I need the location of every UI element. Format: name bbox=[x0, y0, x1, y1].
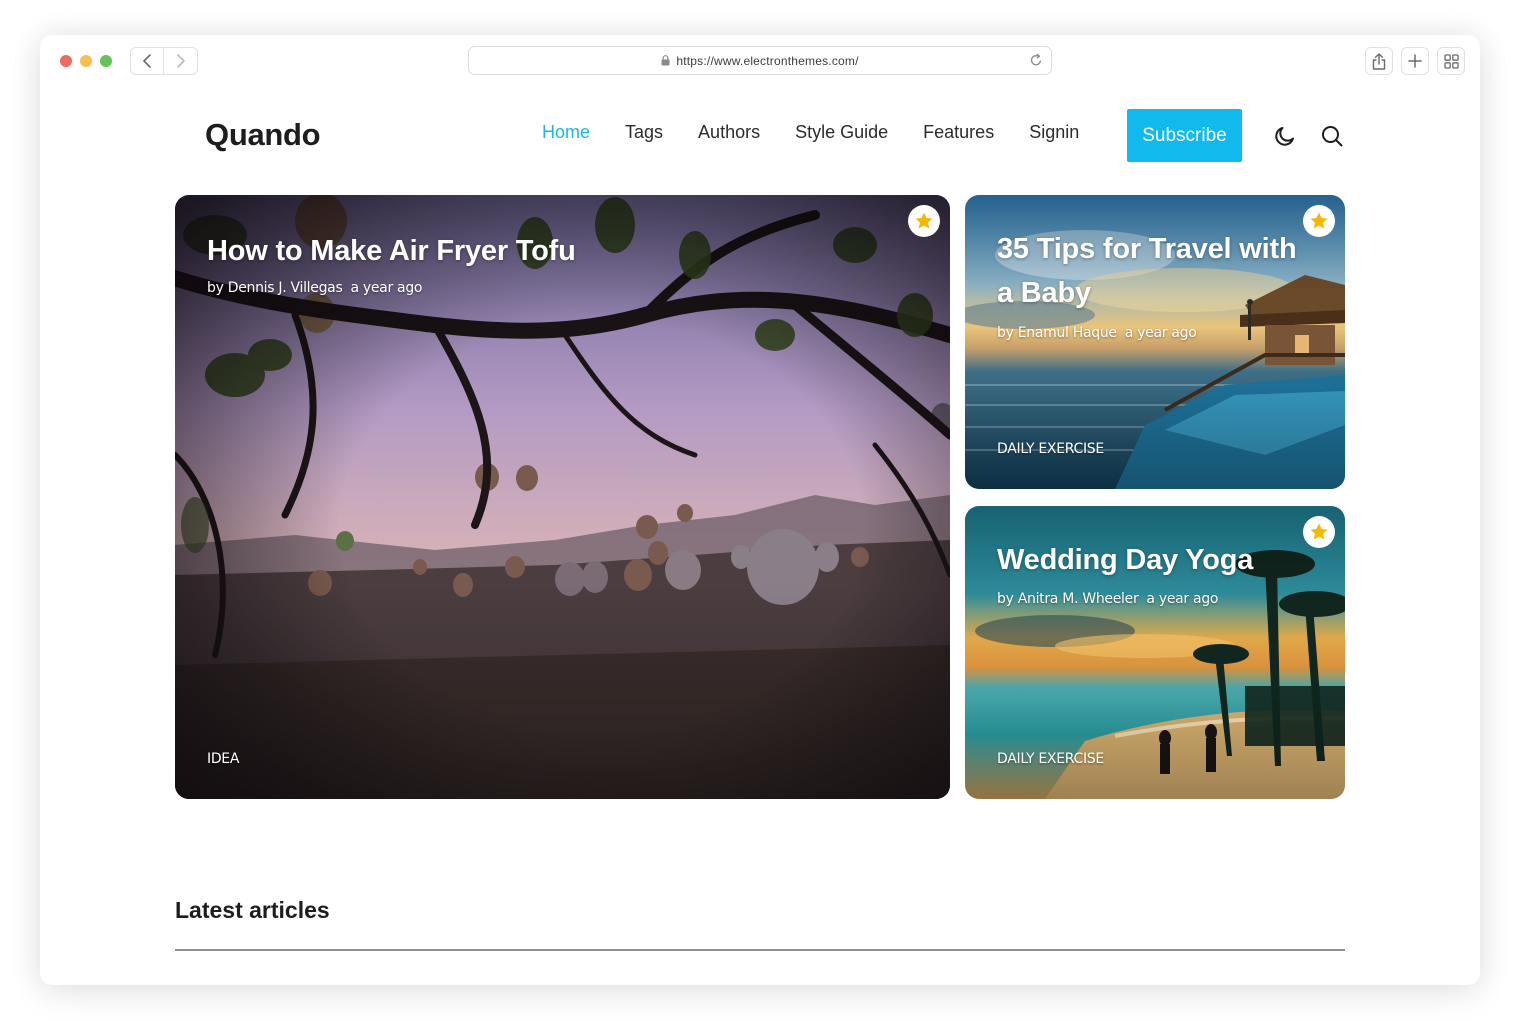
post-title[interactable]: 35 Tips for Travel with a Baby bbox=[997, 227, 1317, 315]
moon-icon bbox=[1275, 127, 1294, 146]
post-tag[interactable]: IDEA bbox=[207, 751, 239, 767]
post-tag[interactable]: DAILY EXERCISE bbox=[997, 751, 1104, 767]
browser-window: https://www.electronthemes.com/ Quando H… bbox=[40, 35, 1480, 985]
maximize-window-button[interactable] bbox=[100, 55, 112, 67]
featured-badge bbox=[908, 205, 940, 237]
featured-post-card[interactable]: 35 Tips for Travel with a Baby by Enamul… bbox=[965, 195, 1345, 489]
post-meta: by Dennis J. Villegas a year ago bbox=[207, 280, 422, 296]
close-window-button[interactable] bbox=[60, 55, 72, 67]
new-tab-icon bbox=[1408, 54, 1422, 68]
window-controls bbox=[60, 55, 112, 67]
share-button[interactable] bbox=[1365, 47, 1393, 75]
history-nav bbox=[130, 47, 198, 75]
url-text: https://www.electronthemes.com/ bbox=[676, 53, 859, 68]
section-divider bbox=[175, 949, 1345, 951]
featured-post-card[interactable]: How to Make Air Fryer Tofu by Dennis J. … bbox=[175, 195, 950, 799]
post-meta: by Anitra M. Wheeler a year ago bbox=[997, 591, 1218, 607]
tab-overview-icon bbox=[1443, 53, 1459, 69]
star-icon bbox=[915, 212, 933, 229]
browser-actions bbox=[1365, 47, 1465, 75]
post-tag[interactable]: DAILY EXERCISE bbox=[997, 441, 1104, 457]
post-date: a year ago bbox=[1146, 591, 1219, 607]
star-icon bbox=[1310, 212, 1328, 229]
featured-post-card[interactable]: Wedding Day Yoga by Anitra M. Wheeler a y… bbox=[965, 506, 1345, 799]
nav-style-guide[interactable]: Style Guide bbox=[795, 122, 888, 143]
featured-badge bbox=[1303, 516, 1335, 548]
browser-toolbar: https://www.electronthemes.com/ bbox=[40, 35, 1480, 87]
share-icon bbox=[1372, 52, 1386, 70]
subscribe-button[interactable]: Subscribe bbox=[1127, 109, 1242, 162]
search-icon bbox=[1322, 126, 1343, 147]
forward-icon bbox=[176, 54, 185, 68]
back-icon bbox=[143, 54, 151, 68]
forward-button[interactable] bbox=[164, 47, 198, 75]
post-author[interactable]: by Enamul Haque bbox=[997, 325, 1117, 341]
post-title[interactable]: How to Make Air Fryer Tofu bbox=[207, 229, 576, 273]
post-author[interactable]: by Dennis J. Villegas bbox=[207, 280, 343, 296]
new-tab-button[interactable] bbox=[1401, 47, 1429, 75]
post-title[interactable]: Wedding Day Yoga bbox=[997, 538, 1253, 582]
main-nav: Home Tags Authors Style Guide Features S… bbox=[542, 122, 1114, 143]
nav-signin[interactable]: Signin bbox=[1029, 122, 1079, 143]
post-date: a year ago bbox=[350, 280, 423, 296]
dark-mode-toggle[interactable] bbox=[1273, 124, 1297, 153]
nav-authors[interactable]: Authors bbox=[698, 122, 760, 143]
search-button[interactable] bbox=[1320, 124, 1344, 153]
address-bar[interactable]: https://www.electronthemes.com/ bbox=[468, 46, 1052, 75]
post-date: a year ago bbox=[1124, 325, 1197, 341]
minimize-window-button[interactable] bbox=[80, 55, 92, 67]
section-heading: Latest articles bbox=[175, 897, 330, 923]
nav-home[interactable]: Home bbox=[542, 122, 590, 143]
back-button[interactable] bbox=[130, 47, 164, 75]
post-meta: by Enamul Haque a year ago bbox=[997, 325, 1197, 341]
featured-badge bbox=[1303, 205, 1335, 237]
star-icon bbox=[1310, 523, 1328, 540]
site-logo[interactable]: Quando bbox=[205, 117, 321, 153]
nav-tags[interactable]: Tags bbox=[625, 122, 663, 143]
reload-icon[interactable] bbox=[1030, 53, 1043, 70]
tab-overview-button[interactable] bbox=[1437, 47, 1465, 75]
lock-icon bbox=[661, 55, 670, 66]
post-author[interactable]: by Anitra M. Wheeler bbox=[997, 591, 1139, 607]
nav-features[interactable]: Features bbox=[923, 122, 994, 143]
